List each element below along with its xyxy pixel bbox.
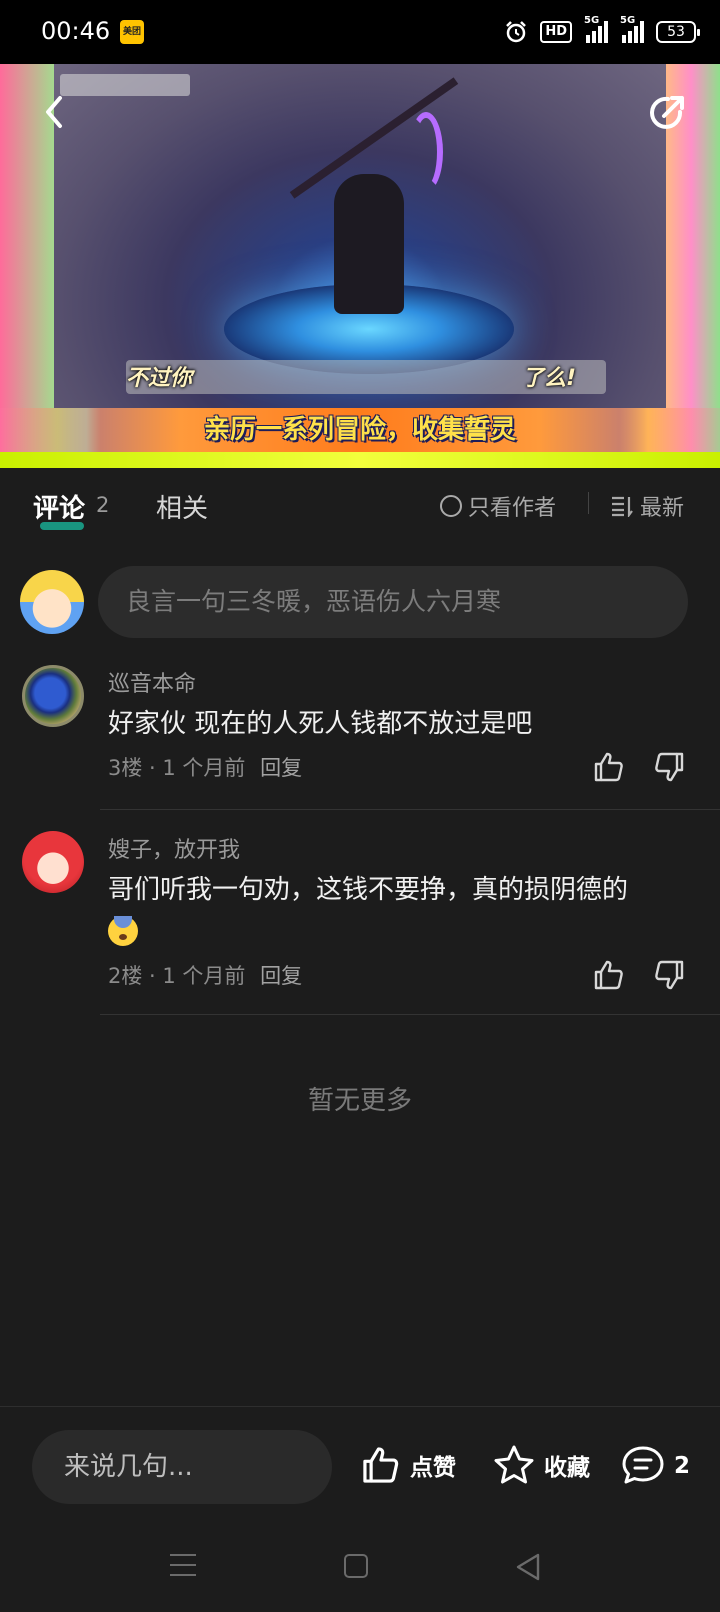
video-bottom-strip [0,452,720,468]
signal-1-icon: 5G [584,15,608,43]
reply-button[interactable]: 回复 [260,756,302,780]
bottom-comment-input[interactable]: 来说几句... [32,1430,332,1504]
video-subtitle-banner: 亲历一系列冒险，收集誓灵 [0,408,720,452]
thumbs-up-icon[interactable] [592,750,626,784]
back-arrow-icon[interactable] [36,92,76,132]
divider [588,492,589,514]
comment-text: 好家伙 现在的人死人钱都不放过是吧 [108,709,533,739]
home-square-icon[interactable] [344,1554,368,1578]
hd-voice-icon: HD [540,21,572,43]
comment-tabs: 评论 2 相关 只看作者 最新 [0,468,720,548]
thumbs-up-icon [363,1447,399,1483]
comment-bubble-icon [622,1446,664,1484]
comment-floor-time: 3楼 · 1 个月前 [108,756,246,780]
watermark-blur [60,74,190,96]
no-more-label: 暂无更多 [307,1086,412,1116]
comment-text: 哥们听我一句劝，这钱不要挣，真的损阴德的 [108,875,629,905]
comment-item: 嫂子，放开我 哥们听我一句劝，这钱不要挣，真的损阴德的 2楼 · 1 个月前 回… [0,826,720,1016]
radio-circle-icon [440,495,462,517]
comment-item: 巡音本命 好家伙 现在的人死人钱都不放过是吧 3楼 · 1 个月前 回复 [0,660,720,810]
comment-username[interactable]: 嫂子，放开我 [108,832,240,864]
favorite-label: 收藏 [544,1455,590,1481]
status-bar: 00:46 美团 HD 5G 5G 53 [0,0,720,64]
bottom-bar-divider [0,1406,720,1407]
video-caption-right: 了么! [522,366,577,391]
sort-button[interactable]: 最新 [610,490,684,522]
comment-username[interactable]: 巡音本命 [108,666,196,698]
tab-related[interactable]: 相关 [156,488,208,525]
comments-count: 2 [96,493,110,517]
avatar[interactable] [20,570,84,634]
tab-active-indicator [40,522,84,530]
meituan-app-icon: 美团 [120,20,144,44]
battery-icon: 53 [656,21,700,43]
back-triangle-icon[interactable] [514,1552,542,1582]
sort-label: 最新 [640,496,685,521]
status-time: 00:46 [41,17,111,45]
video-player[interactable]: 不过你 了么! 亲历一系列冒险，收集誓灵 [0,64,720,468]
video-blade-art [409,112,443,192]
thumbs-up-icon[interactable] [592,958,626,992]
anxious-emoji-icon [108,915,138,946]
comment-meta: 2楼 · 1 个月前 回复 [108,960,302,990]
comment-input-row: 良言一句三冬暖，恶语伤人六月寒 [0,560,720,640]
video-caption-left: 不过你 [126,366,193,391]
comment-meta: 3楼 · 1 个月前 回复 [108,752,302,782]
status-icons: HD 5G 5G 53 [504,15,700,46]
video-frame: 不过你 了么! [54,64,666,408]
thumbs-down-icon[interactable] [652,750,686,784]
comment-separator [100,1014,720,1015]
system-nav-bar [0,1520,720,1612]
star-icon [494,1445,534,1484]
comment-separator [100,809,720,810]
favorite-button[interactable]: 收藏 [492,1444,590,1486]
comment-floor-time: 2楼 · 1 个月前 [108,964,246,988]
author-only-label: 只看作者 [468,496,557,521]
video-character-art [334,174,404,314]
tab-comments[interactable]: 评论 [33,488,85,525]
comment-count: 2 [674,1453,691,1479]
alarm-icon [506,21,527,43]
video-subtitle-text: 亲历一系列冒险，收集誓灵 [203,415,516,445]
comment-input[interactable]: 良言一句三冬暖，恶语伤人六月寒 [98,566,688,638]
signal-2-icon: 5G [620,15,644,43]
like-label: 点赞 [410,1455,456,1481]
comment-text-block: 哥们听我一句劝，这钱不要挣，真的损阴德的 [108,870,688,950]
like-button[interactable]: 点赞 [360,1444,456,1486]
author-only-filter[interactable]: 只看作者 [440,490,556,522]
thumbs-down-icon[interactable] [652,958,686,992]
avatar[interactable] [22,831,84,893]
comment-count-button[interactable]: 2 [620,1444,690,1488]
menu-icon[interactable] [170,1554,200,1580]
share-icon[interactable] [644,90,690,136]
reply-button[interactable]: 回复 [260,964,302,988]
avatar[interactable] [22,665,84,727]
sort-icon [612,496,633,517]
